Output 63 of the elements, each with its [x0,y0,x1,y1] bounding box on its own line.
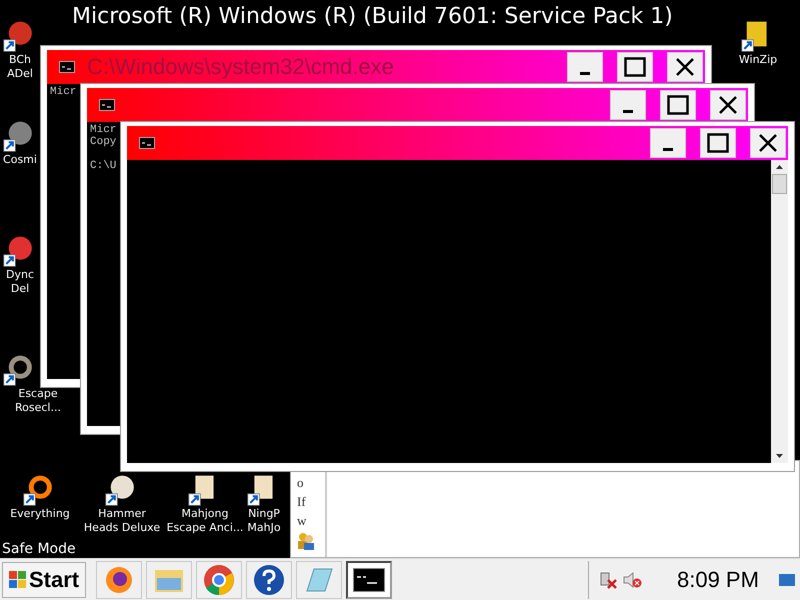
shortcut-label[interactable]: NingP MahJo [247,507,281,535]
chrome-icon [203,564,236,596]
scrollbar[interactable] [771,160,788,463]
close-button[interactable] [667,52,703,82]
chrome-taskbar-button[interactable] [196,560,242,598]
app-shortcut-icon[interactable] [2,354,32,387]
firefox-taskbar-button[interactable] [96,560,142,598]
maximize-button[interactable] [660,90,696,120]
shortcut-label[interactable]: Mahjong Escape Anci... [166,507,244,535]
console-text: Micr [90,124,116,136]
help-taskbar-button[interactable] [246,560,292,598]
windows-logo-icon [9,570,27,588]
console-taskbar-button[interactable] [346,560,392,598]
clock[interactable]: 8:09 PM [677,566,759,592]
console-text: Micr [50,86,76,98]
shortcut-label[interactable]: Dync Del [6,268,34,296]
panel-text: o [297,475,304,491]
console-prompt: C:\U [90,160,116,172]
shortcut-label[interactable]: Everything [10,507,70,521]
window-title: C:\Windows\system32\cmd.exe [87,54,394,80]
muted-speaker-icon[interactable] [623,570,643,588]
scroll-thumb[interactable] [772,174,787,194]
minimize-icon [623,110,633,112]
shortcut-label[interactable]: Cosmi [3,153,37,167]
ring-icon[interactable] [22,474,52,507]
title-bar[interactable] [127,126,788,160]
close-icon [675,57,695,77]
help-icon [253,564,286,596]
maximize-button[interactable] [617,52,653,82]
build-info-text: Microsoft (R) Windows (R) (Build 7601: Service Pack 1) [72,4,673,29]
console-icon [353,568,386,592]
show-desktop-icon[interactable] [778,574,795,586]
minimize-button[interactable] [610,90,646,120]
console-icon [59,61,75,73]
shortcut-label[interactable]: Hammer Heads Deluxe [84,507,160,535]
console-icon [139,137,155,149]
close-icon [758,133,778,153]
safe-mode-label: Safe Mode [2,541,76,557]
minimize-icon [580,72,590,74]
minimize-button[interactable] [650,128,686,158]
shortcut-label[interactable]: BCh ADel [7,53,33,81]
close-button[interactable] [750,128,786,158]
minimize-icon [663,148,673,150]
panel-text: w [297,513,308,529]
shortcut-label[interactable]: Escape Rosecl... [15,387,61,415]
users-icon [297,532,315,550]
console-icon [99,99,115,111]
maximize-icon [707,133,729,153]
start-button[interactable]: Start [2,562,86,598]
close-button[interactable] [710,90,746,120]
shortcut-label[interactable]: WinZip [738,53,778,67]
panel-text: If [297,494,307,510]
console-text: Copy [90,136,116,148]
app-shortcut-icon[interactable] [104,474,134,507]
close-icon [718,95,738,115]
title-bar[interactable] [87,88,748,122]
app-shortcut-icon[interactable] [2,235,32,268]
maximize-icon [667,95,689,115]
minimize-button[interactable] [567,52,603,82]
maximize-icon [624,57,646,77]
network-error-icon[interactable] [599,570,617,588]
maximize-button[interactable] [700,128,736,158]
app-shortcut-icon[interactable] [2,20,32,53]
